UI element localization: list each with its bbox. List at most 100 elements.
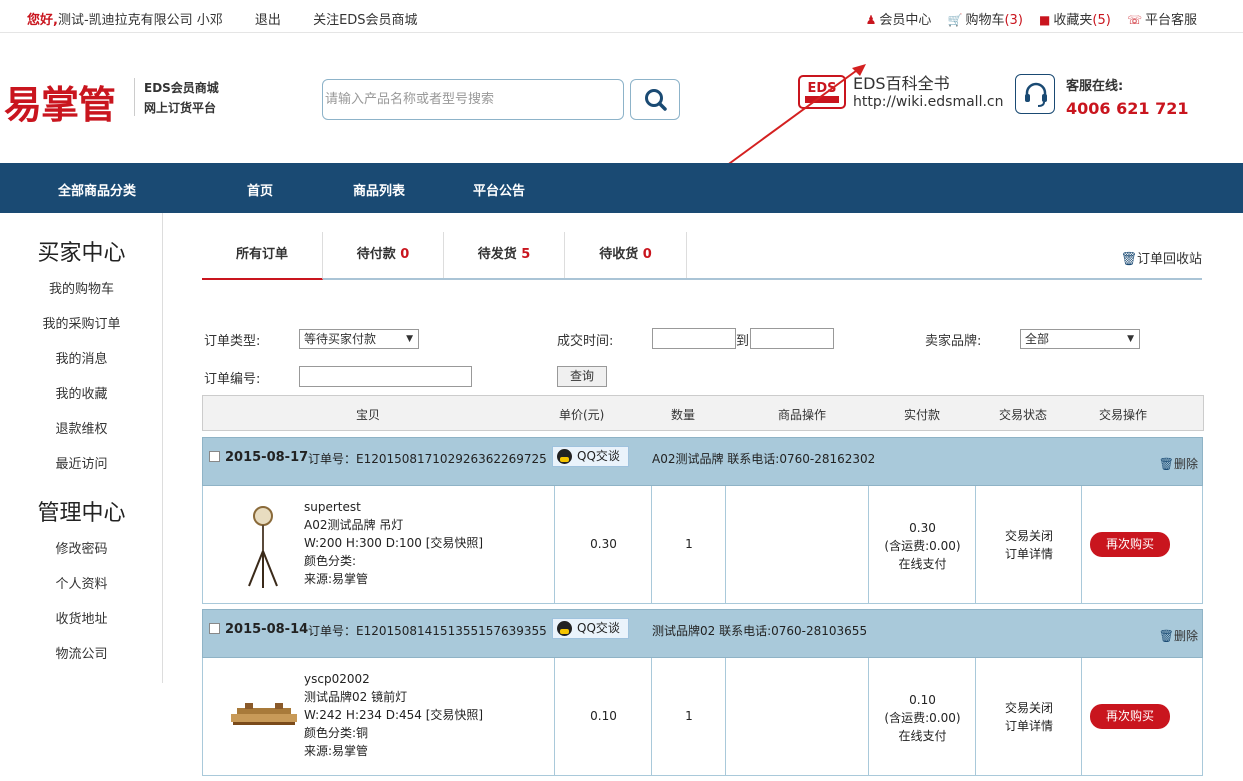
site-logo[interactable]: 易掌管 EDS会员商城 网上订货平台 (4, 74, 219, 129)
product-cell: yscp02002 测试品牌02 镜前灯 W:242 H:234 D:454 [… (203, 658, 555, 776)
order-date: 2015-08-17 (225, 450, 309, 465)
product-color: 颜色分类:铜 (304, 726, 369, 740)
follow-link[interactable]: 关注EDS会员商城 (313, 13, 417, 28)
sidebar-item-recent[interactable]: 最近访问 (0, 453, 163, 472)
qq-label: QQ交谈 (577, 449, 620, 463)
search-button[interactable] (630, 79, 680, 120)
logout-link[interactable]: 退出 (255, 13, 281, 28)
member-center-link[interactable]: ♟ 会员中心 (866, 13, 932, 28)
order-checkbox[interactable] (209, 623, 220, 634)
trash-icon: 🗑 (1120, 252, 1137, 267)
seller-brand-select[interactable]: 全部 ▼ (1020, 329, 1140, 349)
product-brand-type: 测试品牌02 镜前灯 (304, 690, 408, 704)
annotation-arrow-icon (725, 64, 866, 167)
product-image-mirror-lamp[interactable] (215, 668, 305, 766)
product-actions-cell (726, 486, 869, 604)
delete-order-button[interactable]: 🗑删除 (1159, 455, 1198, 472)
sidebar-item-logistics[interactable]: 物流公司 (0, 643, 163, 662)
product-dimensions[interactable]: W:200 H:300 D:100 [交易快照] (304, 534, 483, 552)
tab-label: 所有订单 (235, 247, 288, 262)
search-input[interactable] (323, 80, 613, 118)
platform-service-link[interactable]: ☏ 平台客服 (1127, 13, 1197, 28)
headset-icon: ☏ (1126, 13, 1142, 27)
main-nav: 全部商品分类 首页 商品列表 平台公告 (0, 163, 1243, 213)
logo-subtitle: EDS会员商城 网上订货平台 (144, 78, 219, 118)
folder-icon: ■ (1039, 13, 1051, 27)
col-order-actions: 交易操作 (1099, 408, 1148, 422)
unit-price: 0.30 (590, 537, 617, 551)
sidebar-item-favorites[interactable]: 我的收藏 (0, 383, 163, 402)
unit-price-cell: 0.30 (555, 486, 652, 604)
col-paid: 实付款 (904, 408, 941, 422)
tab-all-orders[interactable]: 所有订单 (202, 232, 323, 280)
query-button[interactable]: 查询 (557, 366, 607, 387)
order-date: 2015-08-14 (225, 622, 309, 637)
platform-service-label: 平台客服 (1144, 13, 1197, 28)
deal-time-start-input[interactable] (652, 328, 736, 349)
header: 易掌管 EDS会员商城 网上订货平台 EDS EDS百科全书 http://wi… (0, 34, 1243, 167)
col-unit-price: 单价(元) (559, 408, 605, 422)
nav-product-list[interactable]: 商品列表 (353, 180, 405, 199)
pay-method: 在线支付 (898, 557, 947, 571)
search-box (322, 79, 624, 120)
quantity: 1 (685, 537, 693, 551)
recycle-label: 订单回收站 (1136, 252, 1202, 267)
tab-pending-shipment[interactable]: 待发货 5 (444, 232, 565, 278)
logo-divider (134, 78, 135, 116)
product-info: yscp02002 测试品牌02 镜前灯 W:242 H:234 D:454 [… (304, 670, 483, 760)
qq-icon (557, 621, 572, 636)
manage-center-title: 管理中心 (37, 501, 126, 526)
user-name[interactable]: 测试-凯迪拉克有限公司 小邓 (58, 13, 223, 28)
sidebar-item-messages[interactable]: 我的消息 (0, 348, 163, 367)
order-type-select[interactable]: 等待买家付款 ▼ (299, 329, 419, 349)
product-name[interactable]: yscp02002 (304, 670, 483, 688)
order-no-input[interactable] (299, 366, 472, 387)
product-name[interactable]: supertest (304, 498, 483, 516)
product-cell: supertest A02测试品牌 吊灯 W:200 H:300 D:100 [… (203, 486, 555, 604)
cart-icon: 🛒 (947, 13, 963, 27)
trade-status: 交易关闭 (1004, 529, 1053, 543)
order-recycle-bin-link[interactable]: 🗑订单回收站 (1120, 248, 1202, 267)
paid-cell: 0.30 (含运费:0.00) 在线支付 (869, 486, 976, 604)
order-detail-link[interactable]: 订单详情 (976, 717, 1082, 735)
order-brand-contact: 测试品牌02 联系电话:0760-28103655 (652, 624, 868, 638)
unit-price-cell: 0.10 (555, 658, 652, 776)
qq-icon (557, 449, 572, 464)
order-checkbox[interactable] (209, 451, 220, 462)
qq-chat-button[interactable]: QQ交谈 (552, 446, 629, 467)
rebuy-button[interactable]: 再次购买 (1090, 704, 1170, 729)
service-phone: 4006 621 721 (1066, 99, 1189, 118)
deal-time-end-input[interactable] (750, 328, 834, 349)
tab-pending-payment[interactable]: 待付款 0 (323, 232, 444, 278)
tab-label: 待收货 (599, 247, 643, 262)
sidebar-item-orders[interactable]: 我的采购订单 (0, 313, 163, 332)
delete-label: 删除 (1173, 457, 1198, 471)
seller-brand-value: 全部 (1025, 332, 1050, 346)
tab-pending-receipt[interactable]: 待收货 0 (565, 232, 687, 278)
product-image-floor-lamp[interactable] (215, 496, 305, 594)
order-tabs: 所有订单 待付款 0 待发货 5 待收货 0 (202, 232, 1202, 280)
cart-link[interactable]: 🛒 购物车(3) (948, 13, 1023, 28)
sidebar-item-profile[interactable]: 个人资料 (0, 573, 163, 592)
nav-all-categories[interactable]: 全部商品分类 (58, 180, 136, 199)
trash-icon: 🗑 (1158, 629, 1174, 643)
sidebar-item-refunds[interactable]: 退款维权 (0, 418, 163, 437)
qq-chat-button[interactable]: QQ交谈 (552, 618, 629, 639)
favorites-link[interactable]: ■ 收藏夹(5) (1039, 13, 1111, 28)
order-type-label: 订单类型: (204, 334, 261, 349)
rebuy-button[interactable]: 再次购买 (1090, 532, 1170, 557)
sidebar-item-address[interactable]: 收货地址 (0, 608, 163, 627)
dropdown-arrow-icon: ▼ (1127, 334, 1134, 344)
nav-announcements[interactable]: 平台公告 (473, 180, 525, 199)
nav-home[interactable]: 首页 (247, 180, 273, 199)
order-detail-link[interactable]: 订单详情 (976, 545, 1082, 563)
delete-order-button[interactable]: 🗑删除 (1159, 627, 1198, 644)
paid-amount: 0.30 (909, 521, 936, 535)
sidebar-item-password[interactable]: 修改密码 (0, 538, 163, 557)
tab-count: 0 (642, 247, 652, 262)
buyer-center-title: 买家中心 (37, 241, 126, 266)
product-info: supertest A02测试品牌 吊灯 W:200 H:300 D:100 [… (304, 498, 483, 588)
service-label: 客服在线: (1066, 79, 1124, 94)
product-dimensions[interactable]: W:242 H:234 D:454 [交易快照] (304, 706, 483, 724)
sidebar-item-cart[interactable]: 我的购物车 (0, 278, 163, 297)
